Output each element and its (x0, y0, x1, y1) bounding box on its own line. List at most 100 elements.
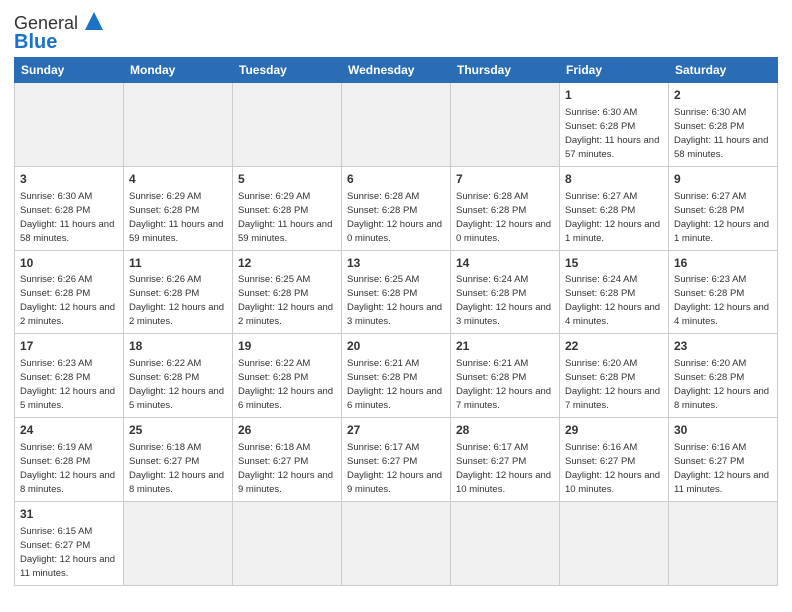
day-info: Sunrise: 6:29 AMSunset: 6:28 PMDaylight:… (238, 191, 332, 244)
day-info: Sunrise: 6:16 AMSunset: 6:27 PMDaylight:… (565, 442, 660, 495)
day-info: Sunrise: 6:29 AMSunset: 6:28 PMDaylight:… (129, 191, 223, 244)
calendar: SundayMondayTuesdayWednesdayThursdayFrid… (14, 57, 778, 586)
day-cell: 26Sunrise: 6:18 AMSunset: 6:27 PMDayligh… (233, 418, 342, 502)
day-info: Sunrise: 6:15 AMSunset: 6:27 PMDaylight:… (20, 526, 115, 579)
day-number: 22 (565, 338, 663, 355)
day-number: 25 (129, 422, 227, 439)
day-number: 7 (456, 171, 554, 188)
day-cell: 27 Sunrise: 6:17 AMSunset: 6:27 PMDayligh… (342, 418, 451, 502)
day-cell: 8Sunrise: 6:27 AMSunset: 6:28 PMDaylight… (560, 166, 669, 250)
day-cell: 23Sunrise: 6:20 AMSunset: 6:28 PMDayligh… (669, 334, 778, 418)
day-number: 4 (129, 171, 227, 188)
day-number: 28 (456, 422, 554, 439)
day-number: 2 (674, 87, 772, 104)
day-info: Sunrise: 6:26 AMSunset: 6:28 PMDaylight:… (20, 274, 115, 327)
day-number: 24 (20, 422, 118, 439)
day-info: Sunrise: 6:27 AMSunset: 6:28 PMDaylight:… (674, 191, 769, 244)
week-row-4: 24 Sunrise: 6:19 AMSunset: 6:28 PMDayligh… (15, 418, 778, 502)
day-info: Sunrise: 6:22 AMSunset: 6:28 PMDaylight:… (238, 358, 333, 411)
day-number: 31 (20, 506, 118, 523)
day-cell (560, 501, 669, 585)
day-cell: 29 Sunrise: 6:16 AMSunset: 6:27 PMDayligh… (560, 418, 669, 502)
col-header-monday: Monday (124, 58, 233, 83)
day-cell (451, 501, 560, 585)
day-info: Sunrise: 6:22 AMSunset: 6:28 PMDaylight:… (129, 358, 224, 411)
col-header-saturday: Saturday (669, 58, 778, 83)
day-cell: 14 Sunrise: 6:24 AMSunset: 6:28 PMDayligh… (451, 250, 560, 334)
day-cell: 3Sunrise: 6:30 AMSunset: 6:28 PMDaylight… (15, 166, 124, 250)
day-info: Sunrise: 6:18 AMSunset: 6:27 PMDaylight:… (238, 442, 333, 495)
day-info: Sunrise: 6:19 AMSunset: 6:28 PMDaylight:… (20, 442, 115, 495)
day-info: Sunrise: 6:23 AMSunset: 6:28 PMDaylight:… (20, 358, 115, 411)
day-info: Sunrise: 6:17 AMSunset: 6:27 PMDaylight:… (456, 442, 551, 495)
day-cell (15, 83, 124, 167)
day-info: Sunrise: 6:20 AMSunset: 6:28 PMDaylight:… (565, 358, 660, 411)
day-cell: 2 Sunrise: 6:30 AMSunset: 6:28 PMDaylight… (669, 83, 778, 167)
day-cell: 19 Sunrise: 6:22 AMSunset: 6:28 PMDayligh… (233, 334, 342, 418)
day-cell: 30Sunrise: 6:16 AMSunset: 6:27 PMDayligh… (669, 418, 778, 502)
day-cell (451, 83, 560, 167)
week-row-1: 3Sunrise: 6:30 AMSunset: 6:28 PMDaylight… (15, 166, 778, 250)
day-cell (342, 83, 451, 167)
day-number: 12 (238, 255, 336, 272)
day-cell: 28 Sunrise: 6:17 AMSunset: 6:27 PMDayligh… (451, 418, 560, 502)
day-cell (669, 501, 778, 585)
col-header-wednesday: Wednesday (342, 58, 451, 83)
day-number: 15 (565, 255, 663, 272)
day-number: 20 (347, 338, 445, 355)
day-info: Sunrise: 6:20 AMSunset: 6:28 PMDaylight:… (674, 358, 769, 411)
day-info: Sunrise: 6:25 AMSunset: 6:28 PMDaylight:… (238, 274, 333, 327)
day-number: 9 (674, 171, 772, 188)
day-number: 27 (347, 422, 445, 439)
day-cell: 21 Sunrise: 6:21 AMSunset: 6:28 PMDayligh… (451, 334, 560, 418)
day-number: 13 (347, 255, 445, 272)
day-info: Sunrise: 6:18 AMSunset: 6:27 PMDaylight:… (129, 442, 224, 495)
day-cell: 10 Sunrise: 6:26 AMSunset: 6:28 PMDayligh… (15, 250, 124, 334)
day-number: 10 (20, 255, 118, 272)
col-header-sunday: Sunday (15, 58, 124, 83)
day-cell: 9 Sunrise: 6:27 AMSunset: 6:28 PMDaylight… (669, 166, 778, 250)
day-cell: 12 Sunrise: 6:25 AMSunset: 6:28 PMDayligh… (233, 250, 342, 334)
day-info: Sunrise: 6:23 AMSunset: 6:28 PMDaylight:… (674, 274, 769, 327)
day-number: 21 (456, 338, 554, 355)
logo-blue: Blue (14, 31, 57, 53)
day-info: Sunrise: 6:28 AMSunset: 6:28 PMDaylight:… (347, 191, 442, 244)
day-number: 30 (674, 422, 772, 439)
day-number: 18 (129, 338, 227, 355)
day-cell: 31 Sunrise: 6:15 AMSunset: 6:27 PMDayligh… (15, 501, 124, 585)
week-row-0: 1Sunrise: 6:30 AMSunset: 6:28 PMDaylight… (15, 83, 778, 167)
day-info: Sunrise: 6:21 AMSunset: 6:28 PMDaylight:… (456, 358, 551, 411)
day-info: Sunrise: 6:24 AMSunset: 6:28 PMDaylight:… (456, 274, 551, 327)
day-info: Sunrise: 6:21 AMSunset: 6:28 PMDaylight:… (347, 358, 442, 411)
day-info: Sunrise: 6:30 AMSunset: 6:28 PMDaylight:… (565, 107, 659, 160)
day-cell: 25 Sunrise: 6:18 AMSunset: 6:27 PMDayligh… (124, 418, 233, 502)
day-cell: 7 Sunrise: 6:28 AMSunset: 6:28 PMDaylight… (451, 166, 560, 250)
day-cell (342, 501, 451, 585)
day-number: 14 (456, 255, 554, 272)
col-header-thursday: Thursday (451, 58, 560, 83)
day-cell (233, 501, 342, 585)
day-number: 16 (674, 255, 772, 272)
day-cell: 17 Sunrise: 6:23 AMSunset: 6:28 PMDayligh… (15, 334, 124, 418)
day-cell: 18 Sunrise: 6:22 AMSunset: 6:28 PMDayligh… (124, 334, 233, 418)
logo: General Blue (14, 10, 105, 53)
week-row-5: 31 Sunrise: 6:15 AMSunset: 6:27 PMDayligh… (15, 501, 778, 585)
day-info: Sunrise: 6:25 AMSunset: 6:28 PMDaylight:… (347, 274, 442, 327)
day-cell: 6 Sunrise: 6:28 AMSunset: 6:28 PMDaylight… (342, 166, 451, 250)
day-cell: 15Sunrise: 6:24 AMSunset: 6:28 PMDayligh… (560, 250, 669, 334)
day-cell: 4 Sunrise: 6:29 AMSunset: 6:28 PMDaylight… (124, 166, 233, 250)
day-cell: 11 Sunrise: 6:26 AMSunset: 6:28 PMDayligh… (124, 250, 233, 334)
day-cell (233, 83, 342, 167)
logo-triangle-icon (83, 10, 105, 32)
day-number: 17 (20, 338, 118, 355)
day-number: 29 (565, 422, 663, 439)
day-number: 19 (238, 338, 336, 355)
header: General Blue (14, 10, 778, 53)
day-info: Sunrise: 6:17 AMSunset: 6:27 PMDaylight:… (347, 442, 442, 495)
day-number: 6 (347, 171, 445, 188)
day-number: 11 (129, 255, 227, 272)
day-info: Sunrise: 6:30 AMSunset: 6:28 PMDaylight:… (674, 107, 768, 160)
day-cell (124, 501, 233, 585)
day-info: Sunrise: 6:26 AMSunset: 6:28 PMDaylight:… (129, 274, 224, 327)
day-info: Sunrise: 6:28 AMSunset: 6:28 PMDaylight:… (456, 191, 551, 244)
